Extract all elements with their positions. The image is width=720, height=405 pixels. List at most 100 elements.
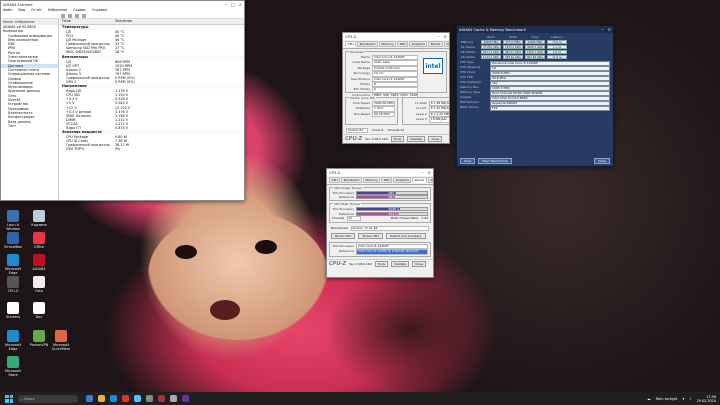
column-field[interactable]: Поле [60,19,115,24]
cpuz-titlebar[interactable]: CPU-Z – × [343,33,449,40]
minimize-icon[interactable]: – [602,27,604,32]
desktop-icon[interactable]: Laun.it Window [2,210,24,231]
desktop-icon[interactable]: Foto [28,276,50,293]
tab-memory[interactable]: Memory [362,177,381,183]
threads-select[interactable]: 12 [347,215,362,221]
desktop-icon[interactable]: Корзина [28,210,50,227]
benchmark-version-select[interactable]: Version 17.01.64 [351,225,429,231]
save-button[interactable]: Save [460,158,476,164]
menu-item[interactable]: Справка [92,8,107,13]
validate-button[interactable]: Validate [391,260,410,267]
start-button[interactable] [5,394,13,403]
forward-icon[interactable] [68,13,72,18]
taskbar-app-icon[interactable] [182,395,189,402]
taskbar-app-icon[interactable] [122,395,129,402]
taskbar-app-icon[interactable] [110,395,117,402]
menu-item[interactable]: Сервис [73,8,86,13]
close-icon[interactable]: × [608,27,611,32]
close-icon[interactable]: × [444,34,447,39]
version-label: Ver. 2.08.0.x64 [365,137,388,142]
tab-menu[interactable]: Меню [3,20,13,24]
threads-count: Threads 12 [387,127,405,132]
system-tray: ☁ Rain tonight ▾ ♪ 17:56 29.02.2024 [647,395,720,403]
benchmark-titlebar[interactable]: AIDA64 Cache & Memory Benchmark – × [457,26,613,33]
tab-spd[interactable]: SPD [397,41,409,47]
column-value[interactable]: Значение [115,19,132,24]
taskbar-app-icon[interactable] [170,395,177,402]
benchmark-value: 480.57 GB/s [503,49,523,54]
bench-action-button[interactable]: Stress CPU [358,232,383,239]
sensor-row[interactable]: GPU 20 RPM (0%) [60,80,244,84]
close-button[interactable]: Close [412,260,427,267]
taskbar-search[interactable]: ⌕ Поиск [18,394,78,403]
socket-select[interactable]: Socket #1 [346,127,368,134]
start-benchmark-button[interactable]: Start Benchmark [478,158,512,164]
tree-item[interactable]: Тест [1,124,58,128]
bench-action-button[interactable]: Submit and Compare [385,232,426,239]
close-icon[interactable]: × [428,170,431,175]
app-icon [7,276,19,288]
aida64-titlebar[interactable]: AIDA64 Extreme – □ × [1,1,244,8]
close-button[interactable]: Close [428,136,443,143]
desktop-icon[interactable]: Microsoft Edge [2,254,24,275]
sensor-row[interactable]: WDC WDS500G2B0C 28 °C [60,50,244,54]
taskbar-app-icon[interactable] [158,395,165,402]
taskbar-app-icon[interactable] [146,395,153,402]
tab-about[interactable]: About [443,41,449,47]
tab-cpu[interactable]: CPU [329,177,341,183]
desktop-icon[interactable]: AIDA64 [28,254,50,271]
taskbar-app-icon[interactable] [86,395,93,402]
taskbar-app-icon[interactable] [134,395,141,402]
tools-button[interactable]: Tools [374,260,389,267]
bench-action-button[interactable]: Bench CPU [331,232,356,239]
validate-button[interactable]: Validate [407,136,426,143]
desktop-icon-label: Microsoft Edge [5,343,21,351]
close-button[interactable]: Close [593,158,610,164]
weather-text[interactable]: Rain tonight [656,397,678,401]
desktop-icon[interactable]: CPU-Z [2,276,24,293]
menu-item[interactable]: Файл [3,8,12,13]
desktop-icon[interactable]: Office [28,232,50,249]
minimize-icon[interactable]: – [438,34,440,39]
tab-about[interactable]: About [427,177,433,183]
menu-item[interactable]: Отчёт [31,8,42,13]
tab-cpu[interactable]: CPU [345,41,357,47]
benchmark-value: 47713 MB/s [503,39,523,44]
tab-memory[interactable]: Memory [378,41,397,47]
tree-item[interactable]: Операционная система [1,72,58,76]
menu-item[interactable]: Избранное [48,8,67,13]
weather-icon[interactable]: ☁ [647,397,651,401]
tools-button[interactable]: Tools [390,136,405,143]
menu-item[interactable]: Вид [18,8,25,13]
desktop-icon[interactable]: ProtonVPN [28,330,50,347]
reference-select[interactable]: Intel Core i5-12400 @ 2.50GHz (6C/12T) [356,249,428,255]
tab-spd[interactable]: SPD [381,177,393,183]
desktop-icon[interactable]: Stickers [2,302,24,319]
wifi-icon[interactable]: ▾ [682,397,684,401]
refresh-icon[interactable] [75,13,79,18]
minimize-icon[interactable]: – [422,170,424,175]
desktop-icon[interactable]: Microsoft Edge [2,330,24,351]
maximize-icon[interactable]: □ [231,2,235,7]
desktop-icon[interactable]: VirtualBox [2,232,24,249]
desktop-icon[interactable]: Microsoft QuickMem [50,330,72,351]
volume-icon[interactable]: ♪ [689,397,691,401]
tab-mainboard[interactable]: Mainboard [341,177,362,183]
desktop-icon[interactable]: Doc [28,302,50,319]
search-placeholder: Поиск [23,396,35,401]
report-icon[interactable] [82,13,86,18]
sensor-row[interactable]: GPU TDP% 9% [60,147,244,151]
tab-mainboard[interactable]: Mainboard [357,41,378,47]
tab-bench[interactable]: Bench [412,177,427,183]
cpuz-titlebar[interactable]: CPU-Z – × [327,169,433,176]
tab-favorites[interactable]: Избранное [15,20,34,24]
taskbar-app-icon[interactable] [98,395,105,402]
clock[interactable]: 17:56 29.02.2024 [697,395,716,403]
close-icon[interactable]: × [239,2,242,7]
tab-graphics[interactable]: Graphics [393,177,412,183]
tab-bench[interactable]: Bench [428,41,443,47]
minimize-icon[interactable]: – [225,2,227,7]
back-icon[interactable] [61,13,65,18]
desktop-icon[interactable]: Microsoft Store [2,356,24,377]
tab-graphics[interactable]: Graphics [409,41,428,47]
